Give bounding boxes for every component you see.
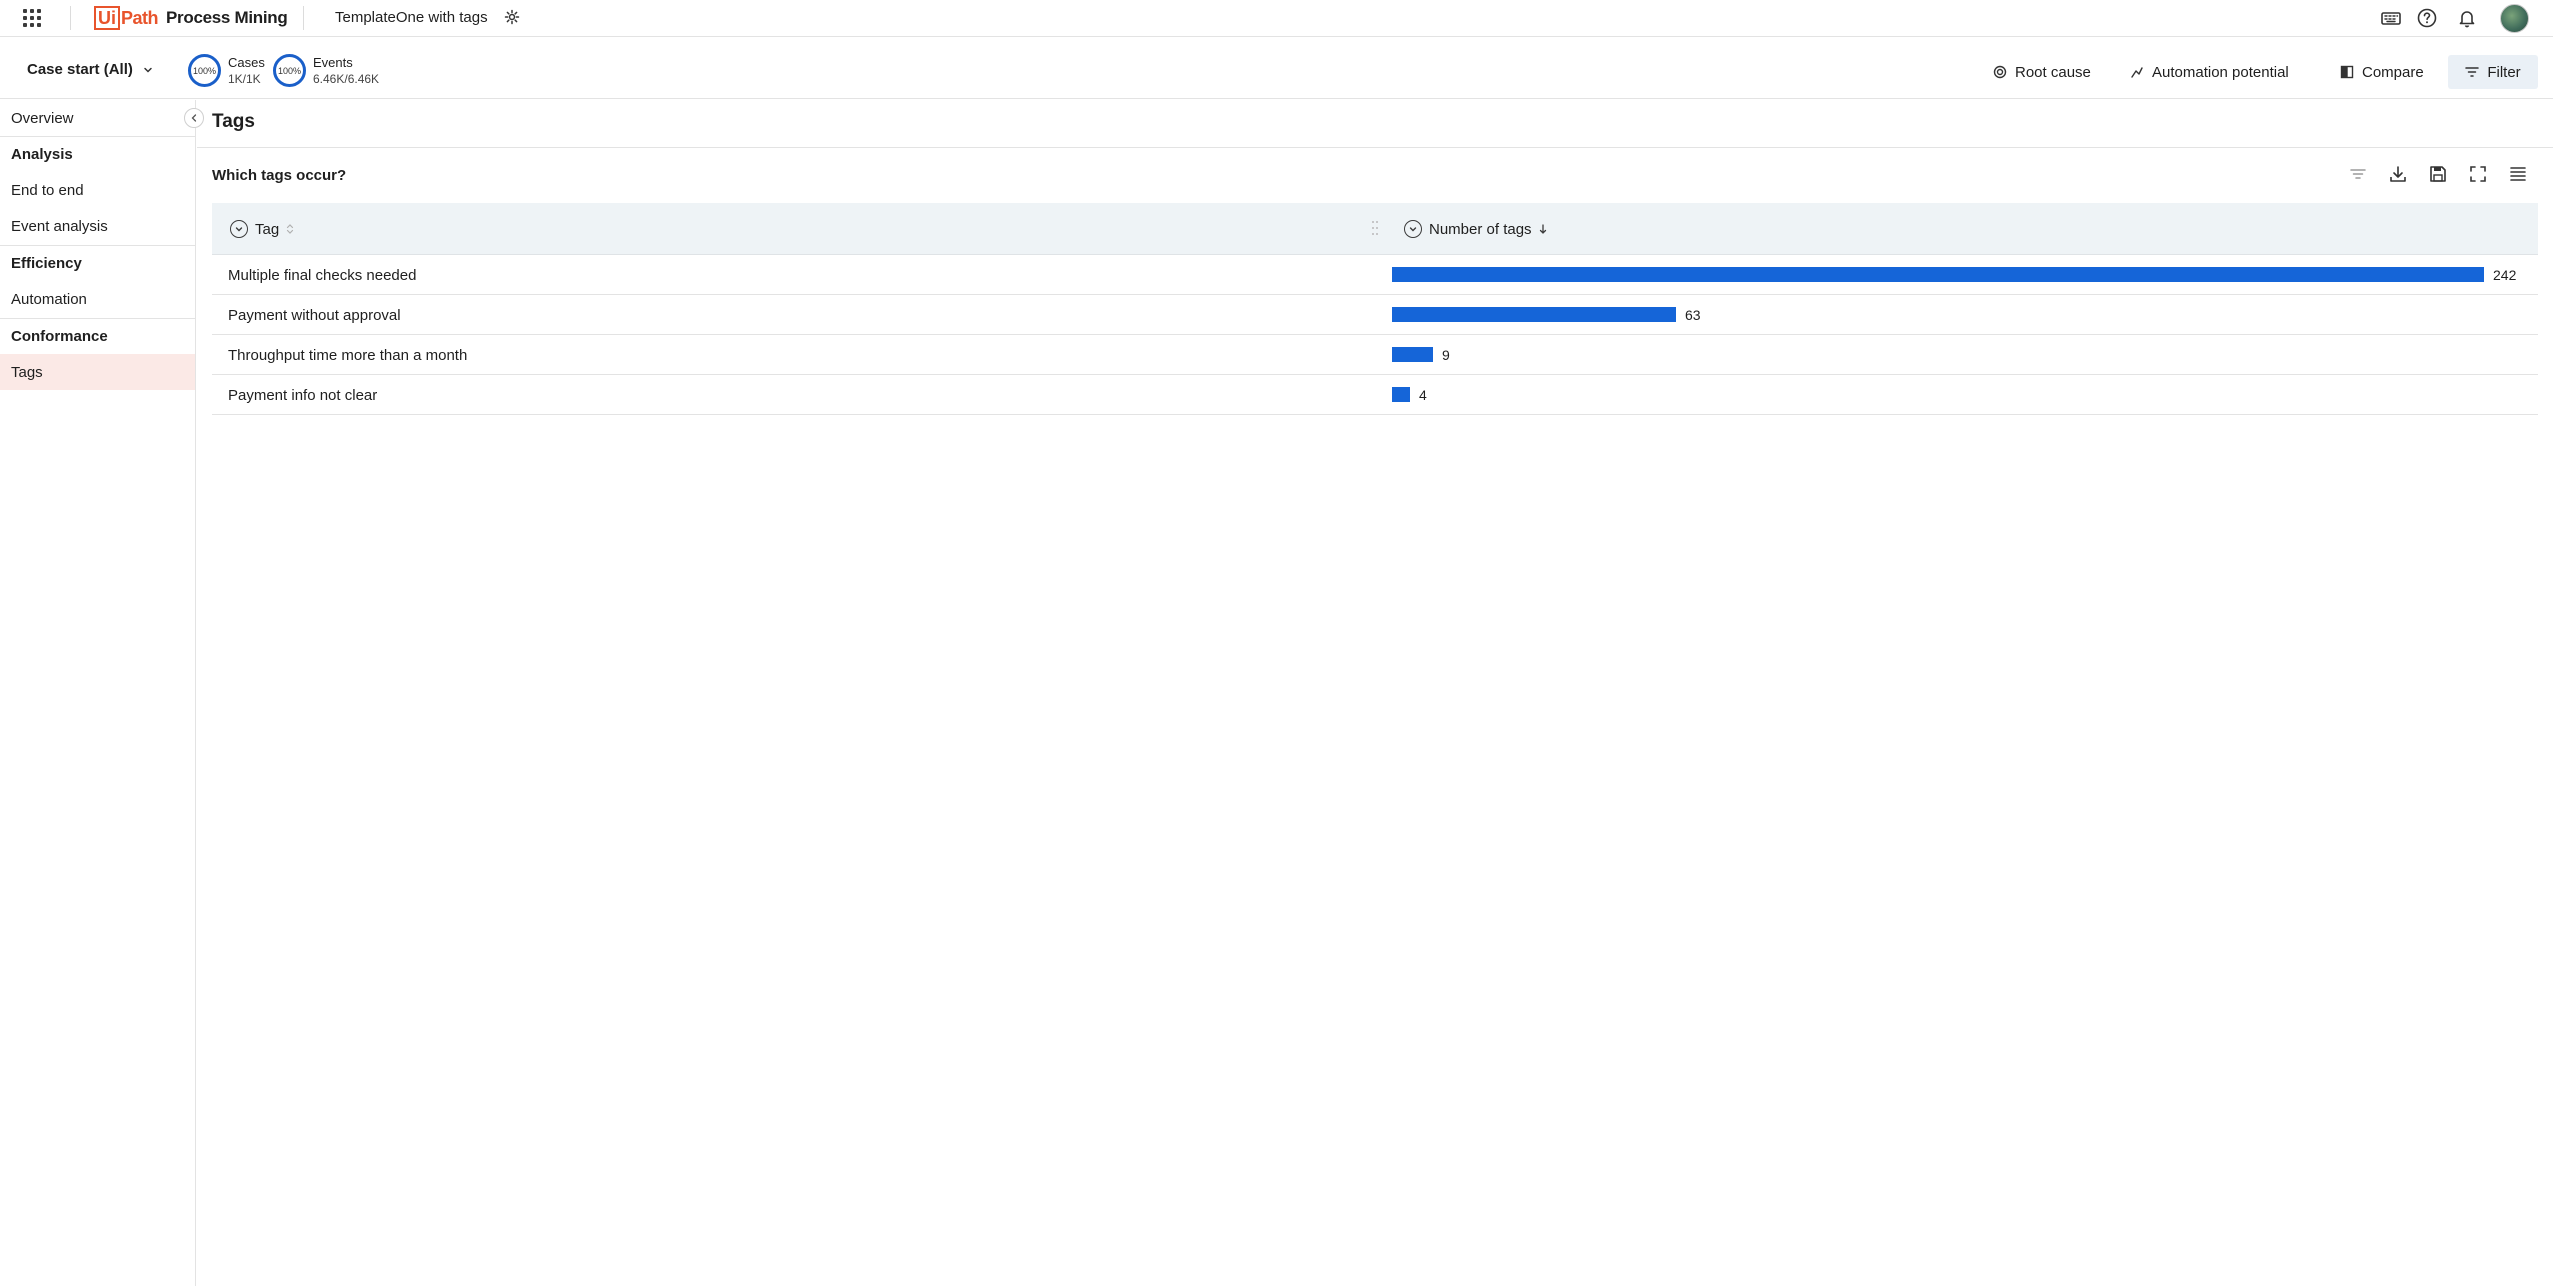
keyboard-icon[interactable]	[2380, 7, 2402, 29]
sort-filter-icon[interactable]	[2347, 163, 2369, 185]
tag-count-label: 4	[1419, 387, 1427, 403]
automation-potential-label: Automation potential	[2152, 63, 2289, 81]
divider	[303, 6, 304, 30]
filter-icon	[2465, 67, 2480, 77]
filter-button[interactable]: Filter	[2448, 55, 2538, 89]
events-ring: 100%	[273, 54, 306, 87]
sidebar: Overview Analysis End to end Event analy…	[0, 100, 204, 1286]
sidebar-section-efficiency: Efficiency	[0, 245, 195, 281]
sidebar-section-conformance: Conformance	[0, 318, 195, 354]
root-cause-icon	[1993, 65, 2007, 79]
page-title: Tags	[212, 111, 255, 132]
root-cause-button[interactable]: Root cause	[1993, 58, 2091, 86]
menu-icon[interactable]	[2507, 163, 2529, 185]
logo-path-text: Path	[121, 7, 159, 28]
chevron-left-icon	[191, 114, 197, 122]
collapse-sidebar-button[interactable]	[184, 108, 204, 128]
download-icon[interactable]	[2387, 163, 2409, 185]
sidebar-item-overview[interactable]: Overview	[0, 100, 195, 136]
top-app-bar: Ui Path Process Mining TemplateOne with …	[0, 0, 2553, 37]
automation-icon	[2131, 67, 2143, 78]
tag-name: Multiple final checks needed	[228, 266, 417, 284]
events-value: 6.46K/6.46K	[313, 71, 380, 86]
column-header-tag-label: Tag	[255, 220, 280, 238]
notification-bell-icon[interactable]	[2456, 7, 2478, 29]
fullscreen-icon[interactable]	[2467, 163, 2489, 185]
uipath-logo[interactable]: Ui Path	[94, 6, 159, 30]
apps-grid-icon[interactable]	[22, 8, 42, 28]
tag-count-label: 9	[1442, 347, 1450, 363]
tag-count-bar	[1392, 267, 2484, 282]
automation-potential-button[interactable]: Automation potential	[2130, 58, 2289, 86]
case-start-label: Case start (All)	[27, 61, 133, 78]
column-header-number-of-tags-label: Number of tags	[1429, 220, 1532, 238]
divider	[70, 6, 71, 30]
table-body: Multiple final checks needed 242 Payment w…	[212, 255, 2538, 415]
column-resize-handle[interactable]	[1372, 221, 1380, 237]
tag-count-label: 242	[2493, 267, 2517, 283]
tag-name: Payment without approval	[228, 306, 401, 324]
compare-label: Compare	[2362, 63, 2424, 81]
help-icon[interactable]	[2416, 7, 2438, 29]
sidebar-item-end-to-end[interactable]: End to end	[0, 172, 195, 208]
logo-box-text: Ui	[94, 6, 120, 30]
filter-bar: Case start (All) 100% Cases 1K/1K 100% E…	[0, 44, 2553, 99]
tag-count-bar	[1392, 307, 1676, 322]
column-header-tag[interactable]: Tag	[230, 203, 294, 255]
tag-count-bar	[1392, 387, 1410, 402]
app-title: TemplateOne with tags	[335, 9, 488, 26]
column-menu-icon[interactable]	[1404, 220, 1422, 238]
case-start-dropdown[interactable]: Case start (All)	[27, 61, 153, 78]
table-row[interactable]: Throughput time more than a month 9	[212, 335, 2538, 375]
table-header: Tag Number of tags	[212, 203, 2538, 255]
product-name: Process Mining	[166, 8, 288, 27]
table-row[interactable]: Payment without approval 63	[212, 295, 2538, 335]
cases-label: Cases	[228, 54, 265, 70]
cases-ring: 100%	[188, 54, 221, 87]
cases-metric[interactable]: 100% Cases 1K/1K	[188, 54, 265, 87]
sidebar-item-tags[interactable]: Tags	[0, 354, 195, 390]
compare-button[interactable]: Compare	[2340, 58, 2424, 86]
tag-name: Payment info not clear	[228, 386, 378, 404]
save-icon[interactable]	[2427, 163, 2449, 185]
avatar[interactable]	[2500, 4, 2529, 33]
sidebar-item-automation[interactable]: Automation	[0, 281, 195, 317]
root-cause-label: Root cause	[2015, 63, 2091, 81]
events-label: Events	[313, 54, 353, 70]
divider	[197, 147, 2553, 148]
table-row[interactable]: Payment info not clear 4	[212, 375, 2538, 415]
compare-icon	[2340, 65, 2354, 79]
column-header-number-of-tags[interactable]: Number of tags	[1404, 203, 1547, 255]
events-metric[interactable]: 100% Events 6.46K/6.46K	[273, 54, 379, 87]
sidebar-item-event-analysis[interactable]: Event analysis	[0, 208, 195, 244]
tags-table: Tag Number of tags Multiple final checks…	[212, 203, 2538, 415]
table-row[interactable]: Multiple final checks needed 242	[212, 255, 2538, 295]
sidebar-section-analysis: Analysis	[0, 136, 195, 172]
cases-value: 1K/1K	[228, 71, 261, 86]
filter-label: Filter	[2487, 63, 2521, 81]
gear-icon[interactable]	[504, 9, 520, 25]
column-menu-icon[interactable]	[230, 220, 248, 238]
tag-count-label: 63	[1685, 307, 1701, 323]
sort-descending-icon[interactable]	[1539, 223, 1547, 235]
tag-name: Throughput time more than a month	[228, 346, 468, 364]
card-title: Which tags occur?	[212, 167, 347, 184]
tag-count-bar	[1392, 347, 1433, 362]
chevron-down-icon	[144, 67, 152, 73]
sort-icon[interactable]	[286, 223, 294, 235]
